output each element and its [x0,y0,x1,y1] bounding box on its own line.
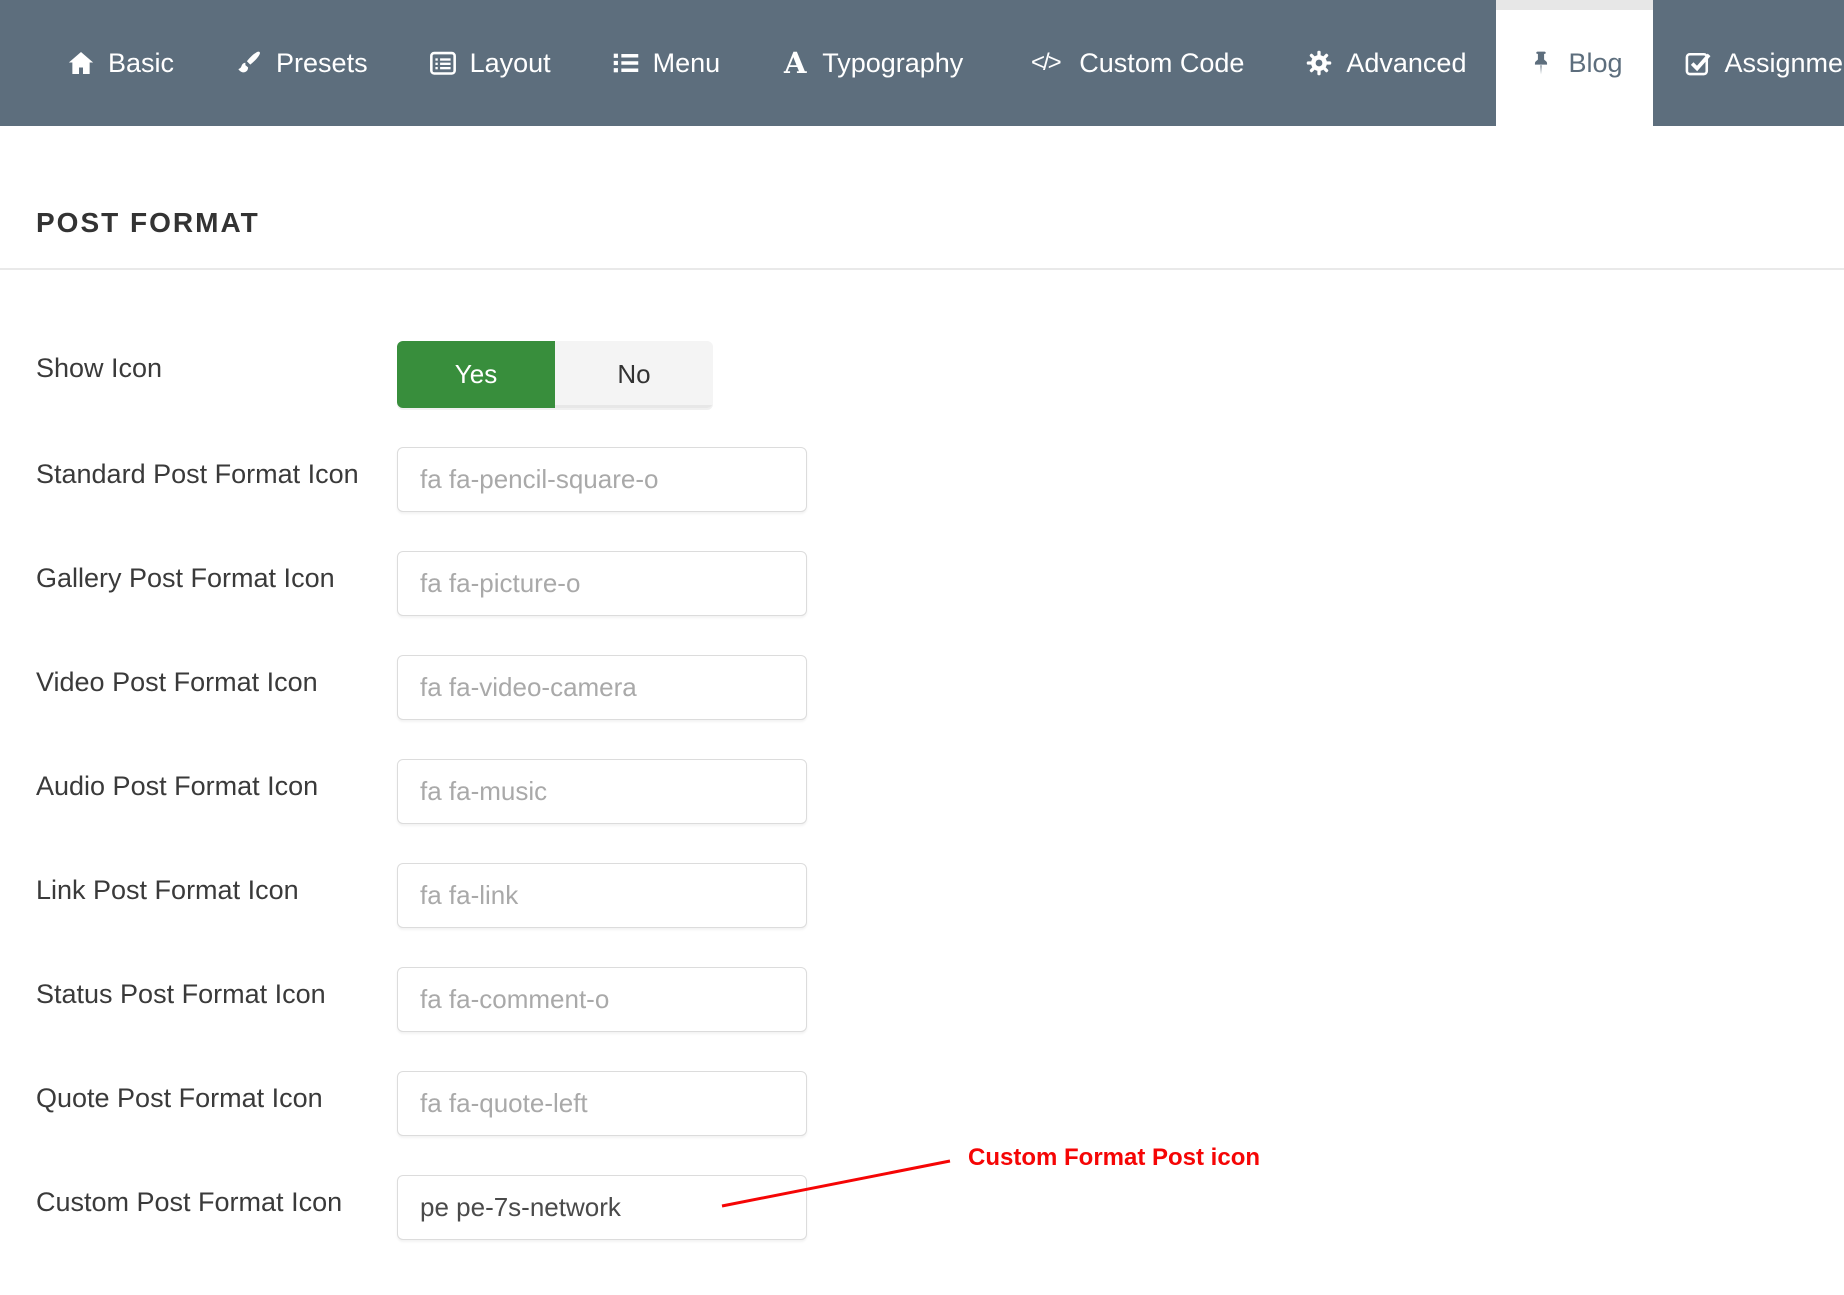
show-icon-toggle: Yes No [397,341,713,408]
audio-post-format-row: Audio Post Format Icon [36,759,1808,824]
status-post-format-icon-input[interactable] [397,967,807,1032]
link-post-format-icon-input[interactable] [397,863,807,928]
field-label: Custom Post Format Icon [36,1175,397,1218]
gallery-post-format-icon-input[interactable] [397,551,807,616]
video-post-format-row: Video Post Format Icon [36,655,1808,720]
quote-post-format-icon-input[interactable] [397,1071,807,1136]
tab-menu[interactable]: Menu [581,0,751,126]
custom-post-format-icon-input[interactable] [397,1175,807,1240]
tab-label: Menu [653,48,721,79]
settings-tab-bar: Basic Presets Layout [0,0,1844,126]
tab-label: Basic [108,48,174,79]
tab-layout[interactable]: Layout [398,0,581,126]
home-icon [66,48,96,78]
paint-brush-icon [234,48,264,78]
gallery-post-format-row: Gallery Post Format Icon [36,551,1808,616]
show-icon-no-button[interactable]: No [555,341,713,408]
post-format-settings: Show Icon Yes No Standard Post Format Ic… [0,270,1844,1240]
field-label: Link Post Format Icon [36,863,397,906]
tab-label: Advanced [1346,48,1466,79]
tab-label: Custom Code [1079,48,1244,79]
show-icon-yes-button[interactable]: Yes [397,341,555,408]
tab-label: Assignment [1725,48,1844,79]
tab-label: Layout [470,48,551,79]
quote-post-format-row: Quote Post Format Icon [36,1071,1808,1136]
tab-typography[interactable]: A Typography [750,0,993,126]
tab-assignment[interactable]: Assignment [1653,0,1844,126]
tab-blog[interactable]: Blog [1496,0,1652,126]
video-post-format-icon-input[interactable] [397,655,807,720]
annotation-label: Custom Format Post icon [968,1144,1260,1172]
field-label: Status Post Format Icon [36,967,397,1010]
link-post-format-row: Link Post Format Icon [36,863,1808,928]
font-a-icon: A [780,48,810,78]
status-post-format-row: Status Post Format Icon [36,967,1808,1032]
tab-basic[interactable]: Basic [36,0,204,126]
custom-post-format-row: Custom Post Format Icon [36,1175,1808,1240]
audio-post-format-icon-input[interactable] [397,759,807,824]
field-label: Video Post Format Icon [36,655,397,698]
tab-label: Blog [1568,48,1622,79]
page-title: POST FORMAT [36,206,1808,240]
layout-list-icon [428,48,458,78]
field-label: Audio Post Format Icon [36,759,397,802]
field-label: Standard Post Format Icon [36,447,397,490]
section-header: POST FORMAT [0,126,1844,270]
field-label: Gallery Post Format Icon [36,551,397,594]
standard-post-format-row: Standard Post Format Icon [36,447,1808,512]
tab-advanced[interactable]: Advanced [1274,0,1496,126]
tab-label: Typography [822,48,963,79]
gear-icon [1304,48,1334,78]
check-square-icon [1683,48,1713,78]
tab-custom-code[interactable]: </> Custom Code [993,0,1274,126]
code-icon: </> [1023,48,1067,78]
pin-icon [1526,48,1556,78]
tab-label: Presets [276,48,368,79]
standard-post-format-icon-input[interactable] [397,447,807,512]
template-options-screen: Basic Presets Layout [0,0,1844,1295]
tab-presets[interactable]: Presets [204,0,398,126]
menu-list-icon [611,48,641,78]
field-label: Show Icon [36,341,397,384]
field-label: Quote Post Format Icon [36,1071,397,1114]
show-icon-row: Show Icon Yes No [36,341,1808,408]
